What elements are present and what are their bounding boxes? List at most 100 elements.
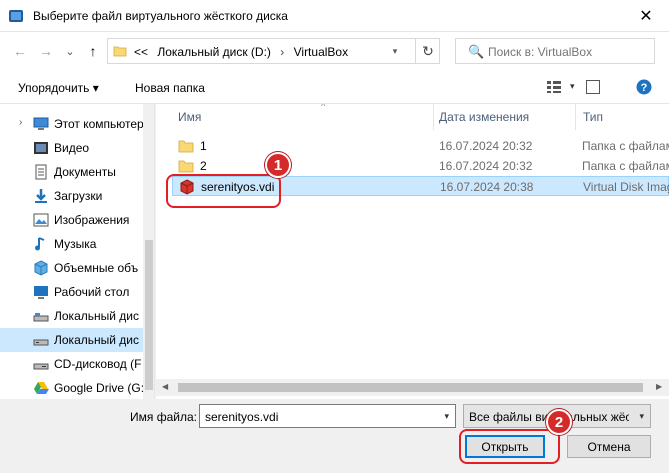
column-date-modified[interactable]: Дата изменения [439,110,529,124]
sidebar-item-label: Локальный дис [54,309,139,323]
computer-icon [33,117,49,130]
virtualbox-app-icon [9,10,23,22]
sidebar-item-label: Изображения [54,213,130,227]
column-header: ^ Имя Дата изменения Тип [156,104,669,130]
scroll-right-icon[interactable]: ▶ [656,382,662,391]
file-name: 2 [200,159,207,173]
filename-label: Имя файла: [130,410,197,424]
window-title: Выберите файл виртуального жёсткого диск… [33,9,288,23]
chevron-down-icon[interactable]: ▾ [639,411,644,422]
step-badge-1: 1 [265,152,291,178]
sidebar-item-label: Загрузки [54,189,103,203]
sidebar-scrollbar-thumb[interactable] [145,240,153,390]
horizontal-scrollbar-thumb[interactable] [178,383,643,392]
downloads-icon [35,189,47,203]
sidebar-item-label: Объемные объ [54,261,139,275]
folder-icon [178,160,194,173]
column-type[interactable]: Тип [583,110,603,124]
file-type: Папка с файлами [582,139,669,153]
refresh-button[interactable]: ↻ [415,39,440,63]
filename-field[interactable]: serenityos.vdi ▾ [199,404,456,428]
sidebar-item-local-disk-d[interactable]: Локальный дис [0,328,143,352]
address-row: ← → ⌄ ↑ << Локальный диск (D:) › Virtual… [0,32,669,70]
sidebar-item-google-drive[interactable]: Google Drive (G: [0,376,145,399]
expand-chevron-icon[interactable]: › [19,117,22,128]
drive-icon [33,339,49,346]
video-icon [34,142,48,154]
breadcrumb-overflow[interactable]: << [134,45,148,59]
search-box[interactable]: 🔍 [455,38,655,64]
forward-button[interactable]: → [36,41,56,61]
breadcrumb-separator[interactable]: › [280,45,284,59]
drive-icon [33,313,49,322]
file-row-folder-2[interactable]: 2 16.07.2024 20:32 Папка с файлами [172,156,669,176]
desktop-icon [34,286,48,299]
sidebar-item-label: Этот компьютер [54,117,144,131]
sidebar-item-video[interactable]: Видео [0,136,143,160]
dialog-footer: Имя файла: serenityos.vdi ▾ Все файлы ви… [0,399,669,473]
sidebar-item-3d-objects[interactable]: Объемные объ [0,256,143,280]
file-row-folder-1[interactable]: 1 16.07.2024 20:32 Папка с файлами [172,136,669,156]
up-button[interactable]: ↑ [83,41,103,61]
scroll-left-icon[interactable]: ◀ [162,382,168,391]
folder-icon [113,46,127,57]
sidebar-item-label: CD-дисковод (F [54,357,142,371]
address-bar[interactable]: << Локальный диск (D:) › VirtualBox ▾ ↻ [107,38,440,64]
file-date: 16.07.2024 20:32 [439,139,533,153]
sidebar-item-label: Локальный дис [54,333,139,347]
sidebar-item-label: Рабочий стол [54,285,130,299]
breadcrumb: << Локальный диск (D:) › VirtualBox [134,45,354,59]
sidebar-item-this-pc[interactable]: › Этот компьютер [0,112,144,136]
sidebar-item-documents[interactable]: Документы [0,160,143,184]
column-name[interactable]: Имя [178,110,201,124]
column-divider[interactable] [575,104,576,130]
view-dropdown-button[interactable]: ▾ [570,81,575,92]
sidebar-item-pictures[interactable]: Изображения [0,208,143,232]
file-type: Virtual Disk Image [583,180,669,194]
recent-locations-button[interactable]: ⌄ [60,41,80,61]
filename-value: serenityos.vdi [205,410,279,424]
address-dropdown-button[interactable]: ▾ [384,39,406,63]
callout-highlight-file [166,174,281,208]
sidebar-item-cd-drive[interactable]: CD-дисковод (F [0,352,143,376]
sidebar-item-downloads[interactable]: Загрузки [0,184,143,208]
breadcrumb-item[interactable]: Локальный диск (D:) [157,45,271,59]
step-badge-2: 2 [546,409,572,435]
breadcrumb-item[interactable]: VirtualBox [294,45,348,59]
sidebar-item-local-disk-c[interactable]: Локальный дис [0,304,143,328]
callout-highlight-open [459,429,560,464]
file-type: Папка с файлами [582,159,669,173]
sort-arrow-icon: ^ [321,104,326,111]
cd-drive-icon [33,363,49,370]
sidebar-item-desktop[interactable]: Рабочий стол [0,280,143,304]
help-icon[interactable]: ? [636,79,652,95]
organize-menu[interactable]: Упорядочить ▾ [18,81,99,95]
google-drive-icon [34,382,49,394]
3d-objects-icon [34,260,48,276]
toolbar: Упорядочить ▾ Новая папка ▾ ? [0,70,669,104]
preview-pane-icon[interactable] [586,80,600,94]
search-icon: 🔍 [468,44,485,59]
music-icon [35,237,45,251]
file-date: 16.07.2024 20:38 [440,180,534,194]
view-options-icon[interactable] [546,80,562,94]
new-folder-button[interactable]: Новая папка [135,81,205,95]
close-button[interactable]: ✕ [623,0,669,32]
back-button[interactable]: ← [10,41,30,61]
svg-text:?: ? [641,82,648,94]
cancel-button[interactable]: Отмена [567,435,651,458]
sidebar-item-label: Google Drive (G: [54,381,145,395]
file-date: 16.07.2024 20:32 [439,159,533,173]
column-divider[interactable] [433,104,434,130]
folder-icon [178,140,194,153]
sidebar-item-music[interactable]: Музыка [0,232,143,256]
sidebar-item-label: Документы [54,165,116,179]
horizontal-scrollbar[interactable]: ◀ ▶ [156,379,669,396]
documents-icon [35,164,47,180]
file-list: ^ Имя Дата изменения Тип 1 16.07.2024 20… [156,104,669,399]
pictures-icon [33,213,49,227]
navigation-pane: › Этот компьютер Видео Документы Загрузк… [0,104,155,399]
chevron-down-icon[interactable]: ▾ [444,411,449,422]
search-input[interactable] [488,45,648,59]
sidebar-item-label: Музыка [54,237,97,251]
